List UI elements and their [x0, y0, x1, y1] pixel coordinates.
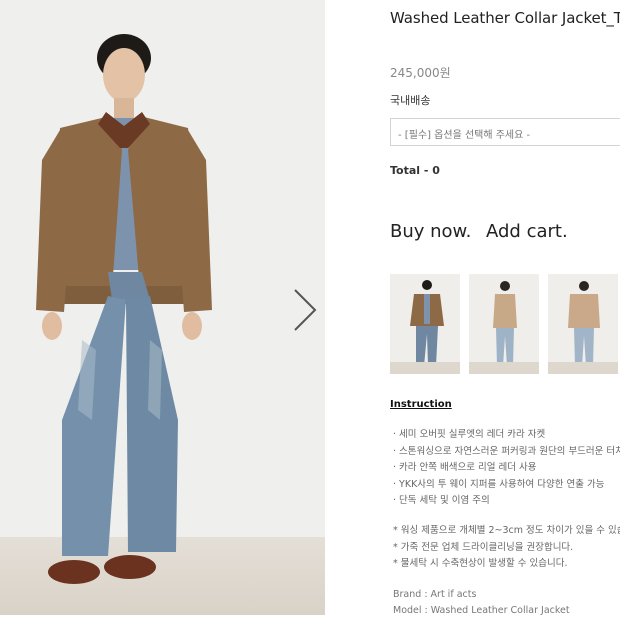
feature-item: · 스톤워싱으로 자연스러운 퍼커링과 원단의 부드러운 터치: [393, 445, 620, 457]
model-figure: [36, 34, 212, 584]
feature-list: · 세미 오버핏 실루엣의 레더 카라 자켓 · 스톤워싱으로 자연스러운 퍼커…: [393, 427, 620, 510]
option-select[interactable]: - [필수] 옵션을 선택해 주세요 -: [390, 118, 620, 146]
chevron-right-icon[interactable]: [289, 288, 319, 332]
shipping-type: 국내배송: [390, 94, 431, 107]
product-title: Washed Leather Collar Jacket_T: [390, 9, 620, 27]
thumbnail-back-figure: [568, 281, 600, 369]
care-note: * 워싱 제품으로 개체별 2~3cm 정도 차이가 있을 수 있습니: [393, 525, 620, 536]
thumbnail-front[interactable]: [390, 274, 460, 374]
thumbnail-back[interactable]: [548, 274, 618, 374]
add-cart-button[interactable]: Add cart.: [486, 221, 568, 242]
brand-info: Brand : Art if acts: [393, 589, 477, 600]
instruction-heading: Instruction: [390, 399, 452, 410]
feature-item: · YKK사의 투 웨이 지퍼를 사용하여 다양한 연출 가능: [393, 478, 605, 490]
main-product-photo: [0, 0, 325, 615]
buy-now-button[interactable]: Buy now.: [390, 221, 471, 242]
feature-item: · 단독 세탁 및 이염 주의: [393, 495, 490, 506]
care-note: * 물세탁 시 수축현상이 발생할 수 있습니다.: [393, 558, 568, 569]
thumbnail-side-figure: [493, 281, 517, 369]
thumbnail-side[interactable]: [469, 274, 539, 374]
care-notes: * 워싱 제품으로 개체별 2~3cm 정도 차이가 있을 수 있습니 * 가죽…: [393, 523, 620, 573]
thumbnail-front-figure: [410, 280, 444, 369]
model-info: Model : Washed Leather Collar Jacket: [393, 605, 570, 616]
care-note: * 가죽 전문 업체 드라이클리닝을 권장합니다.: [393, 541, 574, 553]
total-price: Total - 0: [390, 164, 440, 177]
product-price: 245,000원: [390, 66, 451, 80]
feature-item: · 카라 안쪽 배색으로 리얼 레더 사용: [393, 462, 537, 473]
feature-item: · 세미 오버핏 실루엣의 레더 카라 자켓: [393, 429, 546, 440]
option-select-placeholder: - [필수] 옵션을 선택해 주세요 -: [398, 130, 531, 141]
